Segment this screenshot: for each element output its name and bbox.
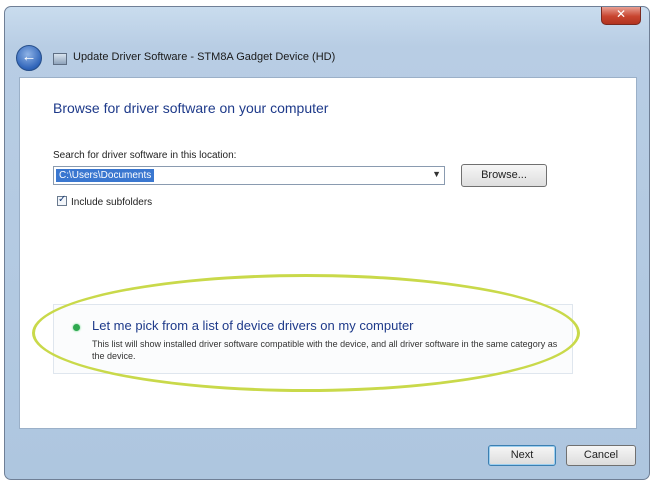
highlight-ellipse: [32, 274, 580, 392]
include-subfolders-checkbox[interactable]: ✓: [57, 194, 67, 206]
next-button[interactable]: Next: [488, 445, 556, 466]
window-title: Update Driver Software - STM8A Gadget De…: [73, 51, 336, 63]
wizard-titlebar: ← Update Driver Software - STM8A Gadget …: [5, 35, 649, 75]
browse-button[interactable]: Browse...: [461, 164, 547, 187]
include-subfolders-row[interactable]: ✓ Include subfolders: [57, 194, 153, 210]
back-button[interactable]: ←: [16, 45, 42, 71]
pick-from-list-title[interactable]: Let me pick from a list of device driver…: [92, 318, 414, 333]
driver-path-value[interactable]: C:\Users\Documents: [56, 169, 155, 182]
close-icon: ✕: [615, 7, 627, 21]
page-heading: Browse for driver software on your compu…: [53, 100, 329, 116]
close-button[interactable]: ✕: [601, 7, 641, 25]
driver-device-icon: [53, 53, 67, 65]
wizard-content-panel: Browse for driver software on your compu…: [19, 77, 637, 429]
cancel-button[interactable]: Cancel: [566, 445, 636, 466]
driver-path-combobox[interactable]: C:\Users\Documents ▼: [53, 166, 445, 185]
include-subfolders-label: Include subfolders: [71, 197, 153, 208]
update-driver-window: ✕ ← Update Driver Software - STM8A Gadge…: [4, 6, 650, 480]
green-arrow-icon: [73, 324, 80, 331]
search-location-label: Search for driver software in this locat…: [53, 150, 237, 161]
back-arrow-icon: ←: [21, 48, 37, 65]
checkmark-icon: ✓: [58, 194, 67, 205]
dropdown-arrow-icon[interactable]: ▼: [432, 169, 441, 179]
pick-from-list-description: This list will show installed driver sof…: [92, 339, 558, 361]
